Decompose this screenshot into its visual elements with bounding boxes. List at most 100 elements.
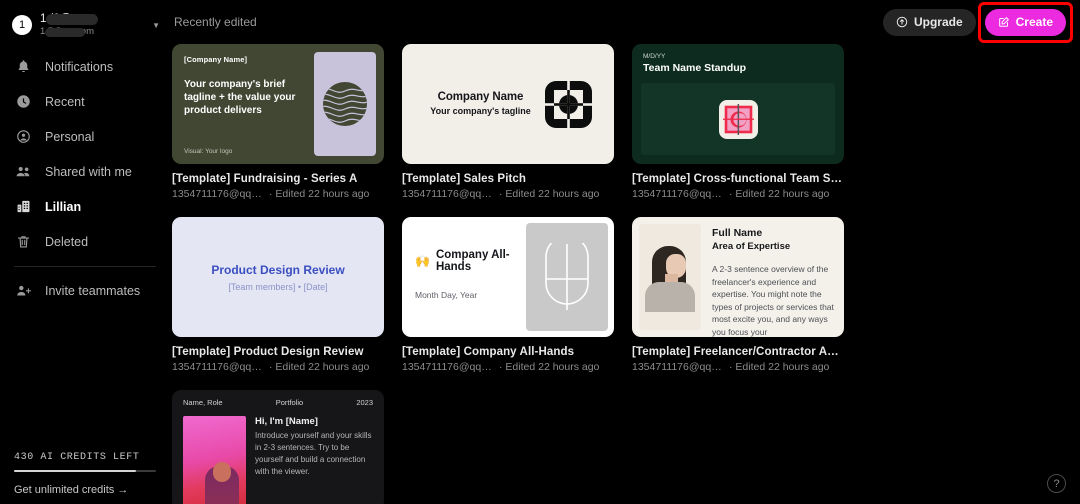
help-glyph: ? [1053,477,1060,490]
thumb-text-column: 🙌 Company All-Hands Month Day, Year [402,217,526,337]
card-owner: 1354711176@qq.c... [172,361,264,373]
thumb-company-name: [Company Name] [184,55,248,64]
account-text: 1 /6@qq... 1 5@qq.com [40,13,142,37]
card-company-all-hands[interactable]: 🙌 Company All-Hands Month Day, Year [Tem… [402,217,614,373]
sidebar-item-label: Personal [45,129,95,144]
upgrade-label: Upgrade [913,15,963,29]
card-meta: 1354711176@qq.c... · Edited 22 hours ago [632,361,844,373]
portrait-body [645,282,695,312]
trash-icon [15,233,32,250]
card-title: [Template] Fundraising - Series A [172,173,358,185]
sidebar-divider [14,266,156,267]
thumb-heading-row: 🙌 Company All-Hands [415,249,526,273]
card-title: [Template] Product Design Review [172,346,364,358]
redaction-bar-secondary [45,28,85,37]
card-meta: 1354711176@qq.c... · Edited 22 hours ago [632,188,844,200]
app-root: 1 1 /6@qq... 1 5@qq.com ▼ Notifications [0,0,1080,504]
clock-icon [15,93,32,110]
sidebar-item-recent[interactable]: Recent [0,84,170,119]
card-product-design-review[interactable]: Product Design Review [Team members] • [… [172,217,384,373]
portfolio-head [213,462,231,482]
card-title: [Template] Cross-functional Team Stand..… [632,173,844,185]
card-owner: 1354711176@qq.c... [402,361,494,373]
card-thumbnail[interactable]: M/D/YY Team Name Standup [632,44,844,164]
get-unlimited-credits-link[interactable]: Get unlimited credits → [14,484,156,496]
card-thumbnail[interactable]: 🙌 Company All-Hands Month Day, Year [402,217,614,337]
credits-label: 430 AI CREDITS LEFT [14,452,140,463]
sidebar-item-shared-with-me[interactable]: Shared with me [0,154,170,189]
card-freelancer-about[interactable]: Full Name Area of Expertise A 2-3 senten… [632,217,844,373]
thumb-body-text: Introduce yourself and your skills in 2-… [255,431,372,476]
card-thumbnail[interactable]: Product Design Review [Team members] • [… [172,217,384,337]
help-icon[interactable]: ? [1047,474,1066,493]
recently-edited-grid: [Company Name] Your company's brief tagl… [170,44,900,504]
geometric-logo-icon [545,80,592,128]
credits-progress-fill [14,470,137,472]
thumb-body-row: Hi, I'm [Name] Introduce yourself and yo… [172,407,384,504]
sidebar-item-notifications[interactable]: Notifications [0,49,170,84]
thumb-visual-note: Visual: Your logo [184,148,233,155]
card-thumbnail[interactable]: Name, Role Portfolio 2023 Hi, I'm [Name]… [172,390,384,504]
person-circle-icon [15,128,32,145]
thumb-image-panel [526,223,608,331]
thumb-heading: Company Name [437,90,524,103]
card-owner: 1354711176@qq.c... [632,361,724,373]
thumb-logo-panel [314,52,376,156]
card-meta: 1354711176@qq.c... · Edited 22 hours ago [402,361,614,373]
bell-icon [15,58,32,75]
thumb-heading: Hi, I'm [Name] [255,416,318,427]
portrait-photo [639,224,701,330]
create-button[interactable]: Create [984,8,1066,36]
thumb-subheading: Your company's tagline [430,105,531,116]
thumb-heading: Team Name Standup [643,62,747,74]
abstract-wave-circle-icon [323,82,367,126]
card-edited: · Edited 22 hours ago [729,361,830,373]
account-switcher[interactable]: 1 1 /6@qq... 1 5@qq.com ▼ [0,6,170,44]
redaction-bar-primary [46,14,98,25]
sidebar-item-label: Invite teammates [45,283,141,298]
create-button-wrapper: Create [977,1,1073,43]
card-edited: · Edited 22 hours ago [499,188,600,200]
card-thumbnail[interactable]: Company Name Your company's tagline [402,44,614,164]
sidebar-item-label: Shared with me [45,164,132,179]
top-bar: Recently edited Upgrade Create [170,0,1080,44]
card-title: [Template] Freelancer/Contractor About .… [632,346,844,358]
top-bar-actions: Upgrade Create [882,1,1073,43]
sidebar-item-personal[interactable]: Personal [0,119,170,154]
section-title: Recently edited [174,15,257,29]
sidebar-item-deleted[interactable]: Deleted [0,224,170,259]
card-portfolio[interactable]: Name, Role Portfolio 2023 Hi, I'm [Name]… [172,390,384,504]
sidebar-nav: Notifications Recent Personal Shared wit… [0,49,170,308]
sidebar-item-lillian[interactable]: Lillian [0,189,170,224]
card-title: [Template] Sales Pitch [402,173,527,185]
thumb-heading: Full Name [712,227,763,239]
card-thumbnail[interactable]: Full Name Area of Expertise A 2-3 senten… [632,217,844,337]
create-label: Create [1015,15,1053,29]
sidebar-item-label: Deleted [45,234,89,249]
card-thumbnail[interactable]: [Company Name] Your company's brief tagl… [172,44,384,164]
pink-geometric-logo-icon [718,99,758,139]
card-cross-functional-standup[interactable]: M/D/YY Team Name Standup [Template] Cros… [632,44,844,200]
upgrade-button[interactable]: Upgrade [882,8,976,36]
card-owner: 1354711176@qq.c... [402,188,494,200]
credits-panel: 430 AI CREDITS LEFT Get unlimited credit… [0,452,170,496]
thumb-date: M/D/YY [643,53,666,60]
card-meta: 1354711176@qq.c... · Edited 22 hours ago [172,361,384,373]
thumb-text-column: [Company Name] Your company's brief tagl… [172,44,314,164]
compose-icon [998,16,1010,28]
thumb-name-role: Name, Role [183,398,223,407]
card-edited: · Edited 22 hours ago [499,361,600,373]
card-fundraising[interactable]: [Company Name] Your company's brief tagl… [172,44,384,200]
thumb-body-text: A 2-3 sentence overview of the freelance… [712,264,834,337]
sidebar-item-invite-teammates[interactable]: Invite teammates [0,273,170,308]
thumb-subheading: Month Day, Year [415,290,478,300]
card-sales-pitch[interactable]: Company Name Your company's tagline [Tem… [402,44,614,200]
card-meta: 1354711176@qq.c... · Edited 22 hours ago [402,188,614,200]
card-owner: 1354711176@qq.c... [172,188,264,200]
thumb-logo-panel [641,83,835,155]
thumb-subheading: Area of Expertise [712,241,791,252]
sidebar-item-label: Lillian [45,199,82,214]
sidebar-item-label: Recent [45,94,85,109]
card-meta: 1354711176@qq.c... · Edited 22 hours ago [172,188,384,200]
raising-hands-emoji-icon: 🙌 [415,254,430,268]
